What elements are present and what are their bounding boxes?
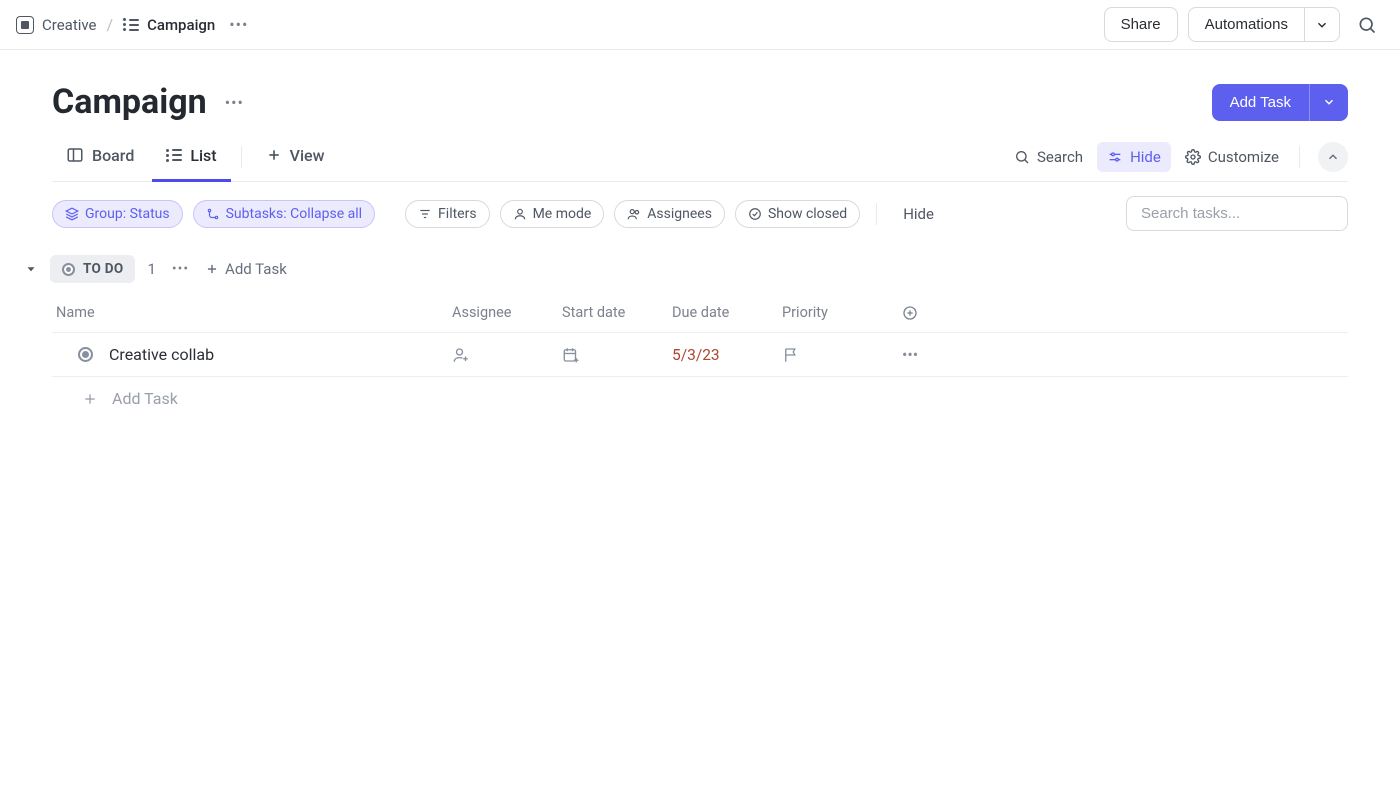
group-count: 1 — [147, 260, 155, 278]
chip-me-label: Me mode — [533, 206, 592, 222]
caret-down-icon — [24, 262, 38, 276]
cell-start-date[interactable] — [562, 346, 672, 364]
group-more-icon[interactable]: ••• — [168, 257, 193, 281]
sliders-icon — [1107, 149, 1123, 165]
tab-view-label: View — [290, 146, 325, 165]
global-search-button[interactable] — [1350, 8, 1384, 42]
tab-separator — [241, 146, 242, 168]
layers-icon — [65, 207, 79, 221]
plus-icon — [205, 262, 219, 276]
search-icon — [1014, 149, 1030, 165]
tool-customize[interactable]: Customize — [1175, 142, 1289, 172]
automations-label: Automations — [1205, 16, 1288, 33]
chip-filters[interactable]: Filters — [405, 200, 490, 228]
hide-link[interactable]: Hide — [893, 205, 944, 223]
status-dot-icon — [62, 263, 75, 276]
breadcrumb-parent-label: Creative — [42, 16, 97, 34]
col-add[interactable] — [902, 305, 962, 321]
search-icon — [1357, 15, 1377, 35]
chevron-up-icon — [1326, 150, 1340, 164]
tab-board-label: Board — [92, 146, 134, 165]
check-circle-icon — [748, 207, 762, 221]
board-icon — [66, 146, 84, 164]
chip-group-label: Group: Status — [85, 206, 170, 222]
chevron-down-icon — [1322, 95, 1336, 109]
plus-icon — [82, 391, 98, 407]
col-assignee[interactable]: Assignee — [452, 304, 562, 321]
chip-show-closed[interactable]: Show closed — [735, 200, 860, 228]
page-more-icon[interactable]: ••• — [221, 89, 248, 116]
chip-show-closed-label: Show closed — [768, 206, 847, 222]
breadcrumb-more-icon[interactable]: ••• — [225, 11, 252, 38]
breadcrumb-current[interactable]: Campaign — [123, 16, 215, 34]
automations-button[interactable]: Automations — [1188, 7, 1305, 42]
cell-assignee[interactable] — [452, 346, 562, 364]
share-label: Share — [1121, 16, 1161, 33]
tools-separator — [1299, 146, 1300, 168]
chip-assignees-label: Assignees — [647, 206, 712, 222]
col-name[interactable]: Name — [52, 304, 452, 321]
subtasks-icon — [206, 207, 220, 221]
tab-list-label: List — [190, 146, 216, 165]
automations-group: Automations — [1188, 7, 1340, 42]
list-icon — [166, 149, 182, 162]
group-collapse-toggle[interactable] — [24, 262, 38, 276]
tab-board[interactable]: Board — [52, 132, 148, 182]
chip-subtasks[interactable]: Subtasks: Collapse all — [193, 200, 375, 228]
cell-due-date[interactable]: 5/3/23 — [672, 346, 782, 364]
col-due-date[interactable]: Due date — [672, 304, 782, 321]
search-tasks-input[interactable] — [1126, 196, 1348, 231]
tab-list[interactable]: List — [152, 132, 230, 182]
add-task-row[interactable]: Add Task — [52, 377, 1348, 420]
filter-icon — [418, 207, 432, 221]
breadcrumb-separator: / — [107, 15, 114, 34]
tool-customize-label: Customize — [1208, 148, 1279, 166]
tool-search-label: Search — [1037, 148, 1083, 166]
task-name: Creative collab — [109, 345, 214, 364]
tool-search[interactable]: Search — [1004, 142, 1093, 172]
chips-separator — [876, 203, 877, 225]
status-pill[interactable]: TO DO — [50, 255, 135, 283]
chip-filters-label: Filters — [438, 206, 477, 222]
automations-dropdown-button[interactable] — [1305, 7, 1340, 42]
row-more-icon[interactable]: ••• — [902, 345, 962, 364]
share-button[interactable]: Share — [1104, 7, 1178, 42]
add-task-group: Add Task — [1212, 84, 1348, 121]
breadcrumb-parent[interactable]: Creative — [16, 16, 97, 34]
list-icon — [123, 18, 139, 31]
tab-add-view[interactable]: View — [252, 132, 339, 182]
person-icon — [513, 207, 527, 221]
page-title: Campaign — [52, 82, 207, 122]
breadcrumb-current-label: Campaign — [147, 16, 215, 34]
tool-hide[interactable]: Hide — [1097, 142, 1171, 172]
add-task-label: Add Task — [1230, 94, 1291, 111]
tool-hide-label: Hide — [1130, 148, 1161, 166]
chip-group[interactable]: Group: Status — [52, 200, 183, 228]
plus-icon — [266, 147, 282, 163]
people-icon — [627, 207, 641, 221]
group-add-task[interactable]: Add Task — [205, 260, 287, 278]
collapse-toolbar-button[interactable] — [1318, 142, 1348, 172]
folder-icon — [16, 16, 34, 34]
gear-icon — [1185, 149, 1201, 165]
col-start-date[interactable]: Start date — [562, 304, 672, 321]
status-label: TO DO — [83, 261, 123, 277]
plus-circle-icon — [902, 305, 918, 321]
chip-me-mode[interactable]: Me mode — [500, 200, 605, 228]
chip-subtasks-label: Subtasks: Collapse all — [226, 206, 362, 222]
chip-assignees[interactable]: Assignees — [614, 200, 725, 228]
flag-icon — [782, 346, 800, 364]
table-row[interactable]: Creative collab 5/3/23 ••• — [52, 333, 1348, 377]
add-task-button[interactable]: Add Task — [1212, 84, 1309, 121]
chevron-down-icon — [1315, 18, 1329, 32]
assign-person-icon — [452, 346, 470, 364]
group-add-task-label: Add Task — [225, 260, 287, 278]
add-task-row-label: Add Task — [112, 389, 178, 408]
add-task-dropdown-button[interactable] — [1309, 84, 1348, 121]
calendar-icon — [562, 346, 580, 364]
col-priority[interactable]: Priority — [782, 304, 902, 321]
cell-priority[interactable] — [782, 346, 902, 364]
task-status-icon[interactable] — [78, 347, 93, 362]
